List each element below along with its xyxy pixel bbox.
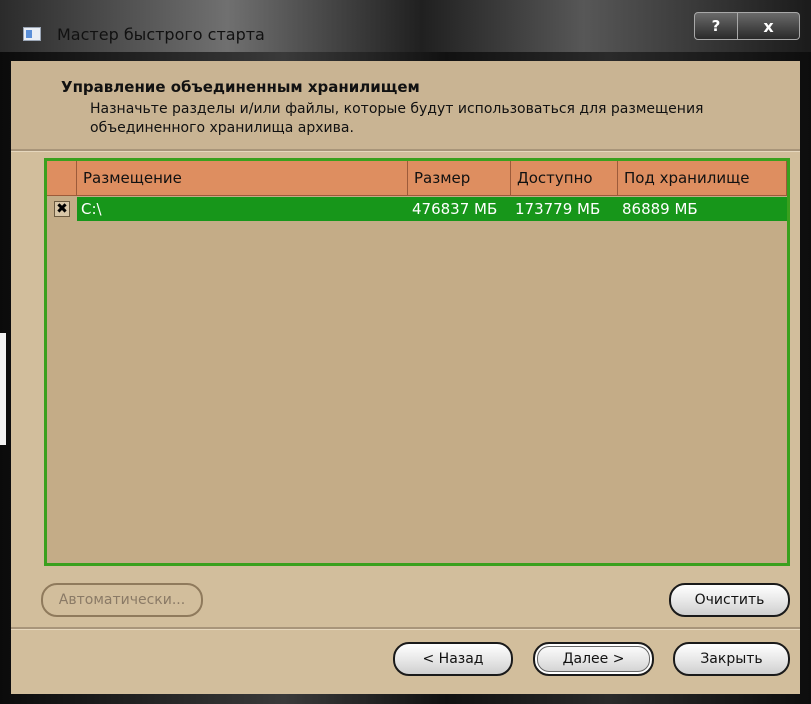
column-header-size[interactable]: Размер [408, 161, 511, 196]
auto-button[interactable]: Автоматически... [41, 583, 203, 617]
window-title: Мастер быстрого старта [57, 25, 265, 44]
cell-size: 476837 МБ [408, 197, 511, 221]
cell-available: 173779 МБ [511, 197, 618, 221]
row-checkbox[interactable]: ✖ [54, 201, 70, 217]
title-bar-buttons: ? x [694, 12, 800, 40]
column-header-location[interactable]: Размещение [77, 161, 408, 196]
column-header-available[interactable]: Доступно [511, 161, 618, 196]
column-header-storage[interactable]: Под хранилище [618, 161, 787, 196]
footer-divider [11, 627, 800, 630]
row-checkbox-cell[interactable]: ✖ [47, 197, 77, 221]
table-header: Размещение Размер Доступно Под хранилище [47, 161, 787, 196]
back-button[interactable]: < Назад [393, 642, 513, 676]
window-close-button[interactable]: x [738, 12, 800, 40]
wizard-client-area: Управление объединенным хранилищем Назна… [11, 61, 800, 694]
left-edge-strip [0, 333, 6, 445]
title-bar[interactable]: Мастер быстрого старта ? x [0, 0, 811, 52]
wizard-window: Мастер быстрого старта ? x Управление об… [0, 0, 811, 704]
page-title: Управление объединенным хранилищем [61, 78, 420, 96]
cell-location: C:\ [77, 197, 408, 221]
storage-locations-table[interactable]: Размещение Размер Доступно Под хранилище… [44, 158, 790, 566]
table-row[interactable]: ✖ C:\ 476837 МБ 173779 МБ 86889 МБ [47, 197, 787, 221]
close-button[interactable]: Закрыть [673, 642, 790, 676]
header-divider [11, 149, 800, 152]
clear-button[interactable]: Очистить [669, 583, 790, 617]
cell-storage: 86889 МБ [618, 197, 787, 221]
page-description: Назначьте разделы и/или файлы, которые б… [90, 101, 704, 136]
column-header-check[interactable] [47, 161, 77, 196]
next-button[interactable]: Далее > [533, 642, 654, 676]
wizard-app-icon [23, 27, 41, 41]
help-button[interactable]: ? [694, 12, 738, 40]
wizard-header: Управление объединенным хранилищем Назна… [11, 61, 800, 149]
